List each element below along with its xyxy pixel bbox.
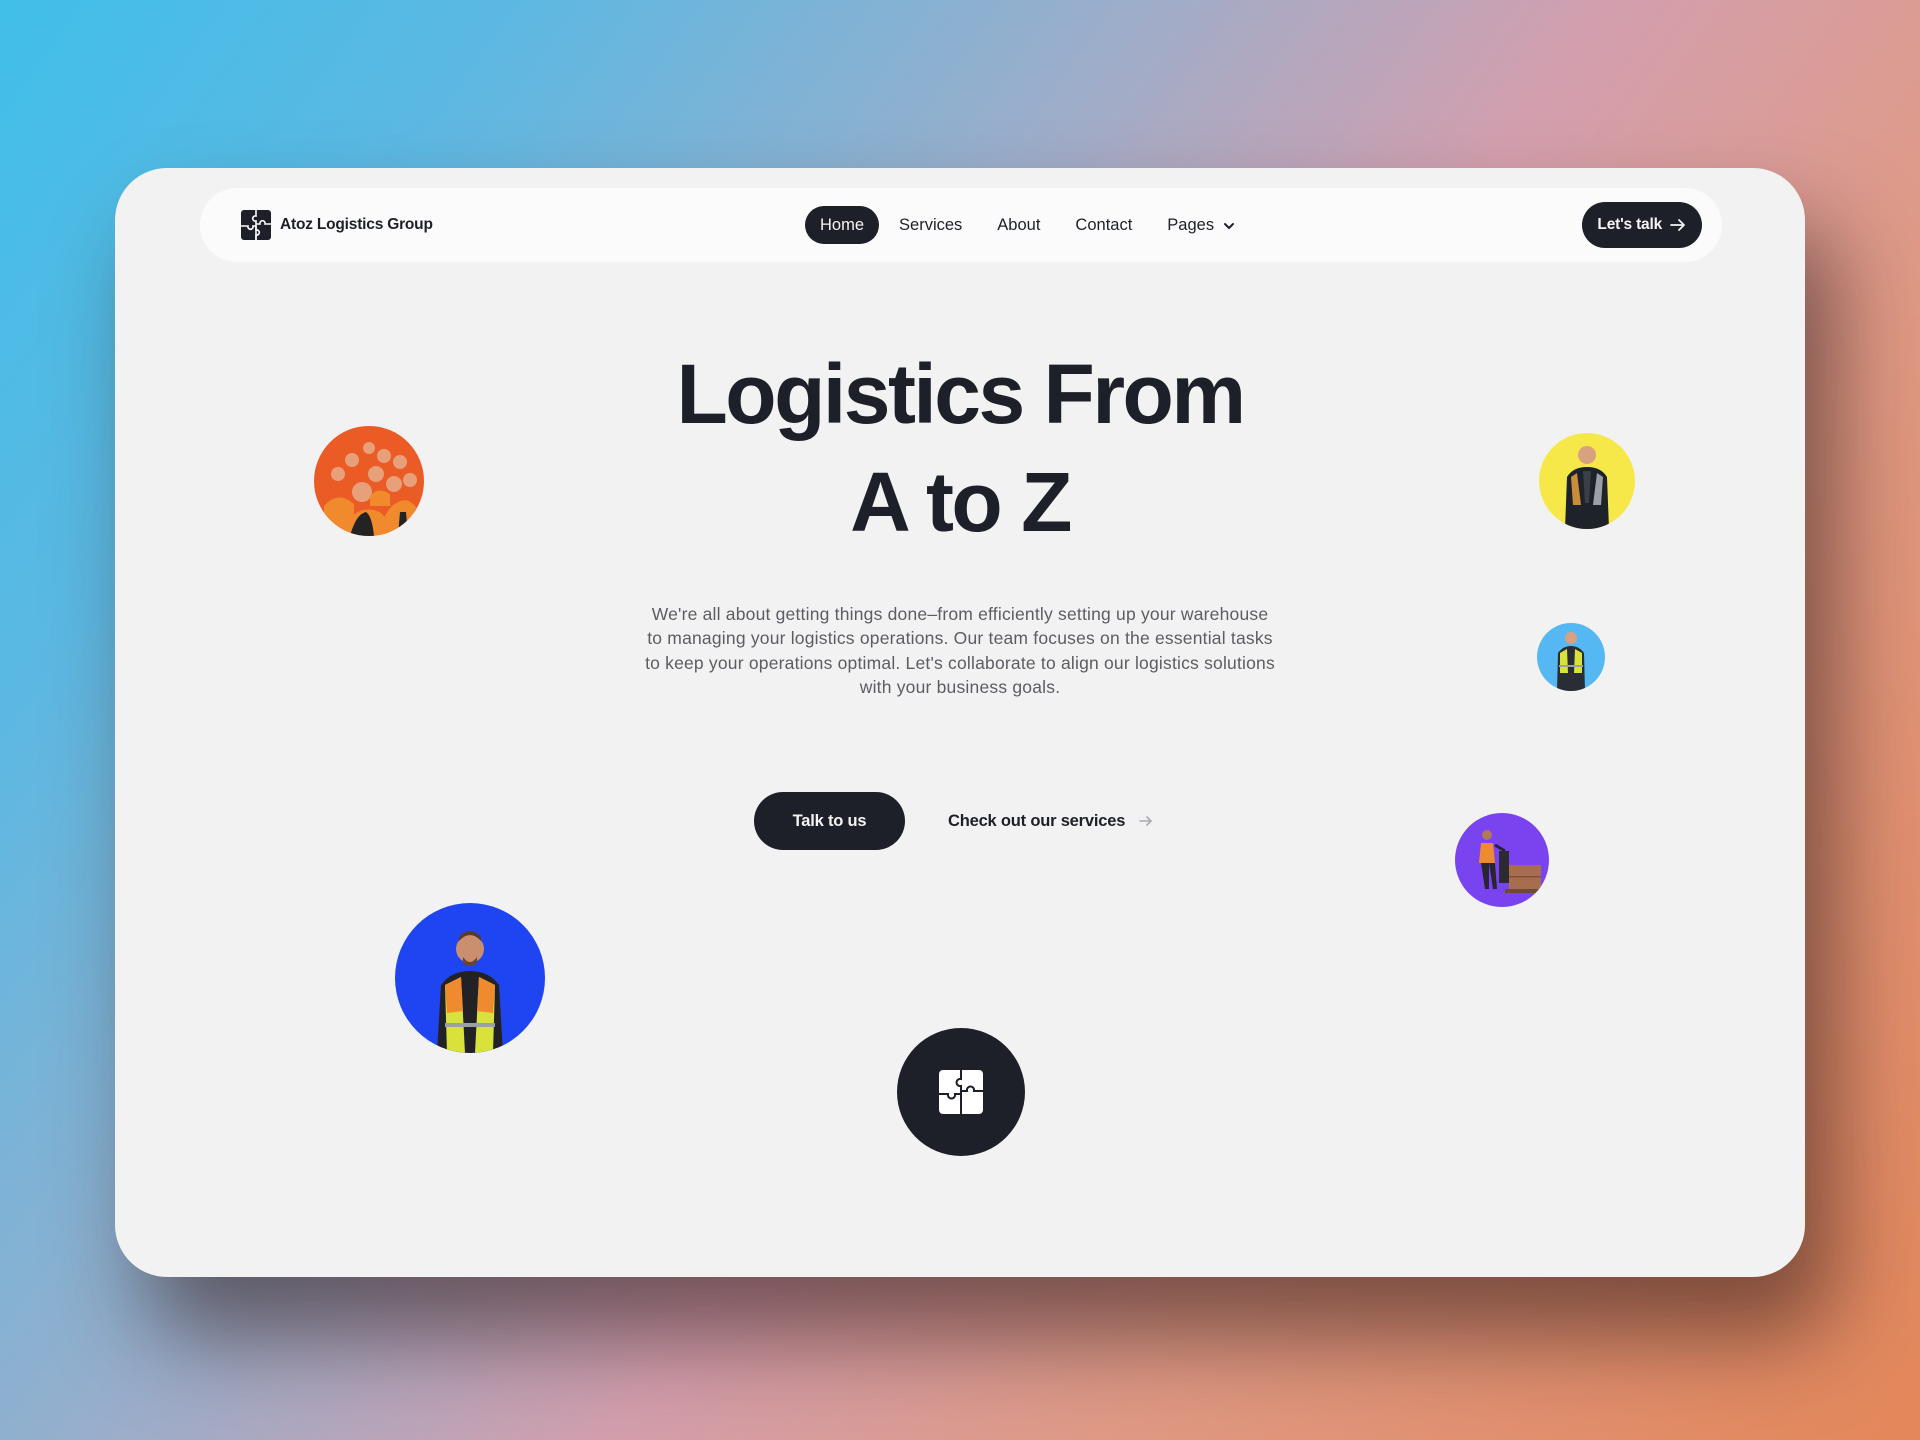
lets-talk-button[interactable]: Let's talk: [1582, 202, 1702, 248]
check-services-label: Check out our services: [948, 811, 1126, 830]
nav-item-about[interactable]: About: [982, 206, 1055, 244]
navbar: Atoz Logistics Group Home Services About…: [200, 188, 1722, 262]
nav-item-pages-label: Pages: [1167, 216, 1215, 234]
worker-pallet-photo: [1455, 813, 1549, 907]
arrow-right-icon: [1670, 219, 1685, 231]
nav-item-pages[interactable]: Pages: [1152, 206, 1249, 244]
check-services-link[interactable]: Check out our services: [948, 792, 1153, 850]
worker-yellow-illustration: [1565, 446, 1609, 529]
worker-pallet-illustration: [1479, 830, 1543, 893]
team-photo: [314, 426, 424, 536]
worker-light-blue-illustration: [1557, 632, 1585, 691]
puzzle-icon: [241, 210, 271, 240]
hero-card: Atoz Logistics Group Home Services About…: [115, 168, 1805, 1277]
chevron-down-icon: [1223, 222, 1234, 229]
brand-name: Atoz Logistics Group: [280, 216, 433, 233]
puzzle-icon: [939, 1070, 983, 1114]
hero-description: We're all about getting things done–from…: [645, 604, 1275, 697]
puzzle-badge: [897, 1028, 1025, 1156]
brand-logo[interactable]: Atoz Logistics Group: [241, 210, 433, 240]
worker-blue-illustration: [437, 931, 503, 1053]
worker-photo-yellow: [1539, 433, 1635, 529]
worker-photo-blue: [395, 903, 545, 1053]
worker-photo-light-blue: [1537, 623, 1605, 691]
team-photo-illustration: [324, 442, 422, 536]
talk-to-us-button[interactable]: Talk to us: [754, 792, 905, 850]
nav-item-home[interactable]: Home: [805, 206, 880, 244]
nav-item-services[interactable]: Services: [884, 206, 977, 244]
arrow-right-icon: [1139, 816, 1152, 826]
nav-item-contact[interactable]: Contact: [1060, 206, 1147, 244]
lets-talk-label: Let's talk: [1597, 216, 1662, 233]
main-menu: Home Services About Contact Pages: [805, 206, 1255, 244]
